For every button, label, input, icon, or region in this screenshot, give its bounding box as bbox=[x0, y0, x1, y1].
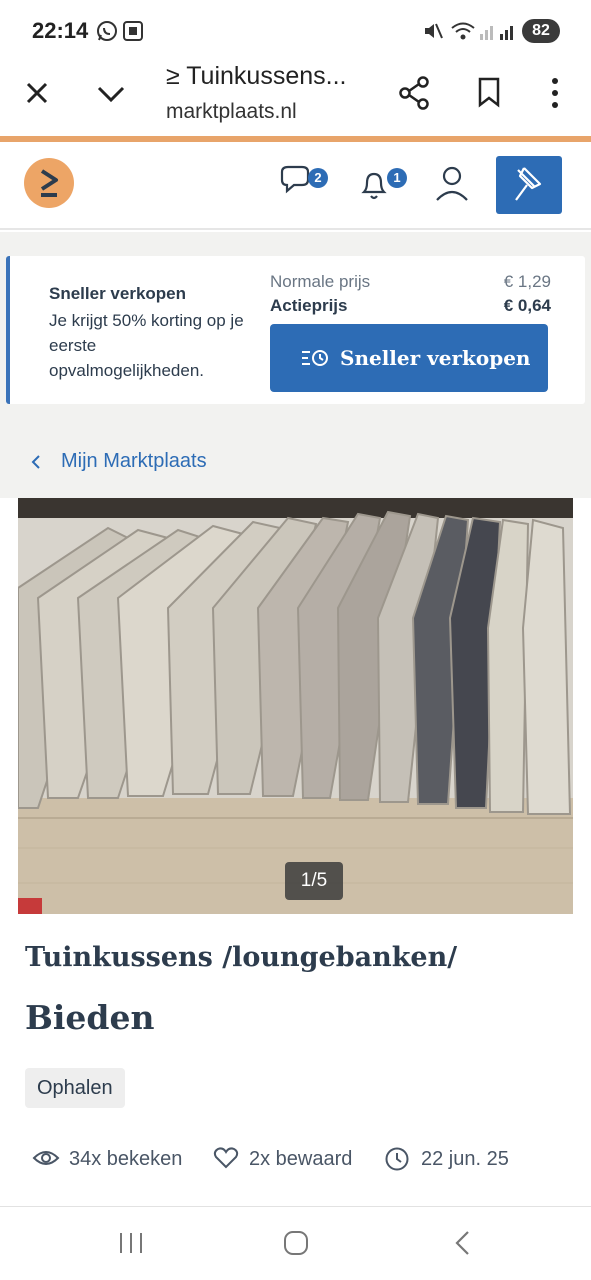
tab-title: ≥ Tuinkussens... bbox=[166, 62, 347, 90]
chevron-left-icon bbox=[31, 455, 40, 469]
signal-icon bbox=[480, 26, 513, 40]
heart-icon bbox=[213, 1147, 239, 1169]
listing-stats: 34x bekeken 2x bewaard 22 jun. 25 bbox=[0, 1132, 591, 1202]
status-time: 22:14 bbox=[32, 18, 89, 43]
saved-count: 2x bewaard bbox=[249, 1148, 353, 1170]
listing-price: Bieden bbox=[25, 998, 155, 1037]
messages-badge: 2 bbox=[308, 168, 328, 188]
promo-card: Sneller verkopen Je krijgt 50% korting o… bbox=[6, 256, 585, 404]
page-url[interactable]: marktplaats.nl bbox=[166, 100, 297, 124]
home-icon[interactable] bbox=[282, 1229, 310, 1257]
pin-icon bbox=[515, 167, 542, 201]
normal-price-value: € 1,29 bbox=[503, 272, 551, 291]
back-link-label: Mijn Marktplaats bbox=[61, 450, 207, 472]
site-header: 2 1 bbox=[0, 142, 591, 230]
place-ad-button[interactable] bbox=[496, 156, 562, 214]
action-price-label: Actieprijs bbox=[270, 296, 348, 315]
faster-sell-button-label: Sneller verkopen bbox=[340, 346, 531, 370]
close-icon[interactable] bbox=[24, 80, 50, 106]
marktplaats-logo[interactable] bbox=[24, 158, 74, 208]
browser-toolbar: ≥ Tuinkussens... marktplaats.nl bbox=[0, 62, 591, 136]
listing-date: 22 jun. 25 bbox=[421, 1148, 509, 1170]
promo-title: Sneller verkopen bbox=[49, 284, 187, 303]
delivery-tag: Ophalen bbox=[25, 1068, 125, 1108]
eye-icon bbox=[32, 1151, 60, 1165]
more-options-icon[interactable] bbox=[548, 76, 562, 110]
recent-apps-icon[interactable] bbox=[118, 1231, 144, 1255]
whatsapp-icon bbox=[97, 21, 117, 41]
listing-card: 1/5 Tuinkussens /loungebanken/ Bieden Op… bbox=[0, 498, 591, 1132]
promo-description: Je krijgt 50% korting op je eerste opval… bbox=[49, 311, 244, 380]
image-counter: 1/5 bbox=[285, 862, 343, 900]
views-count: 34x bekeken bbox=[69, 1148, 183, 1170]
notifications-badge: 1 bbox=[387, 168, 407, 188]
listing-title: Tuinkussens /loungebanken/ bbox=[25, 942, 458, 973]
chevron-down-icon[interactable] bbox=[96, 84, 126, 104]
back-icon[interactable] bbox=[452, 1229, 472, 1257]
share-icon[interactable] bbox=[398, 76, 430, 110]
system-nav-bar bbox=[0, 1206, 591, 1280]
clock-icon bbox=[385, 1147, 409, 1171]
screenshot-icon bbox=[123, 21, 143, 41]
mute-icon bbox=[425, 23, 443, 39]
page-content: Sneller verkopen Je krijgt 50% korting o… bbox=[0, 232, 591, 1132]
listing-photo[interactable]: 1/5 bbox=[18, 498, 573, 914]
action-price-value: € 0,64 bbox=[503, 296, 551, 315]
user-icon[interactable] bbox=[434, 164, 470, 204]
normal-price-label: Normale prijs bbox=[270, 272, 371, 291]
status-bar: 22:14 82 bbox=[0, 0, 591, 62]
logo-glyph bbox=[40, 169, 58, 197]
bookmark-icon[interactable] bbox=[476, 76, 502, 108]
wifi-icon bbox=[451, 22, 475, 40]
battery-indicator: 82 bbox=[522, 19, 560, 43]
cushions-image bbox=[18, 498, 573, 914]
faster-sell-button[interactable]: Sneller verkopen bbox=[270, 324, 548, 392]
bell-icon[interactable] bbox=[358, 164, 390, 204]
clock-list-icon bbox=[302, 350, 328, 366]
